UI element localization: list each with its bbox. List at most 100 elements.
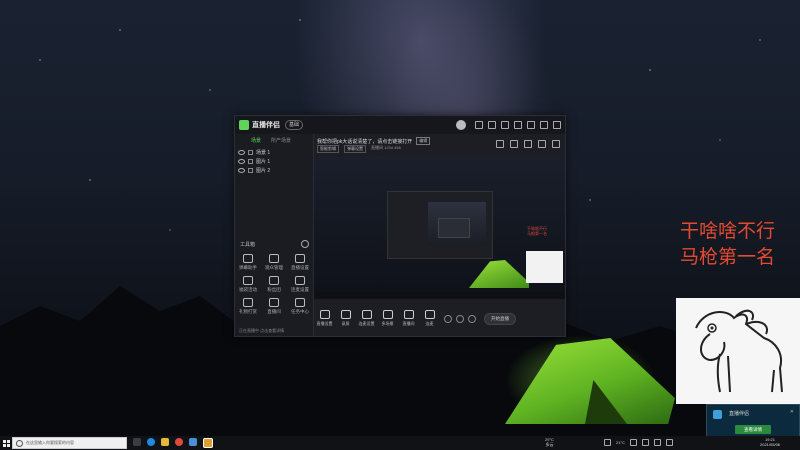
scene-list: 场景 1 图片 1 图片 2: [235, 148, 313, 175]
scene-item[interactable]: 图片 1: [235, 157, 313, 166]
tool-item[interactable]: 连麦设置: [287, 276, 313, 294]
camera-toggle-icon[interactable]: [444, 314, 452, 323]
tray-temperature: 21°C: [616, 440, 625, 445]
battery-icon[interactable]: [665, 439, 673, 446]
toolbox-settings-icon[interactable]: [301, 240, 309, 248]
taskbar-search[interactable]: 在这里输入你要搜索的内容: [12, 437, 127, 449]
tool-item[interactable]: 弹幕助手: [235, 254, 261, 272]
control-multi-scene[interactable]: 多场景: [377, 310, 398, 327]
chrome-icon[interactable]: [175, 438, 183, 446]
control-room[interactable]: 直播间: [398, 310, 419, 327]
tool-item[interactable]: 福袋活动: [235, 276, 261, 294]
volume-icon[interactable]: [641, 439, 649, 446]
go-live-button[interactable]: 开始直播: [484, 312, 516, 325]
toolbox-grid: 弹幕助手 观众管理 直播设置 福袋活动 粉丝团 连麦设置 礼物打赏 直播间 任务…: [235, 254, 313, 316]
minimize-icon[interactable]: [527, 121, 535, 129]
version-badge[interactable]: 基础: [285, 120, 304, 130]
task-view-icon[interactable]: [133, 438, 141, 446]
eye-icon[interactable]: [238, 150, 245, 155]
app-icon[interactable]: [189, 438, 197, 446]
message-icon[interactable]: [475, 121, 483, 129]
live-companion-icon[interactable]: [203, 438, 213, 448]
lock-icon[interactable]: [248, 159, 253, 164]
scene-item-label: 图片 1: [256, 159, 271, 165]
pinned-apps: [133, 438, 213, 448]
control-link[interactable]: 连麦: [419, 310, 440, 327]
weather-widget[interactable]: 29°C 多云: [545, 437, 554, 447]
edge-icon[interactable]: [147, 438, 155, 446]
camera-icon[interactable]: [496, 140, 504, 148]
audience-icon: [269, 254, 279, 263]
tool-item[interactable]: 礼物打赏: [235, 298, 261, 316]
control-record[interactable]: 录屏: [335, 310, 356, 327]
close-icon[interactable]: [553, 121, 561, 129]
window-controls: [456, 120, 561, 130]
gift-icon[interactable]: [488, 121, 496, 129]
app-logo-icon: [239, 120, 249, 130]
stream-subbar: 智能剪辑 弹幕设置 直播间 1234 456: [317, 145, 401, 153]
fan-club-icon: [269, 276, 279, 285]
danmaku-settings-button[interactable]: 弹幕设置: [344, 145, 366, 153]
scene-item[interactable]: 图片 2: [235, 166, 313, 175]
app-notification-icon: [713, 410, 722, 419]
settings-icon[interactable]: [501, 121, 509, 129]
tool-item[interactable]: 直播设置: [287, 254, 313, 272]
room-info: 直播间 1234 456: [371, 145, 401, 150]
tab-scene[interactable]: 场景: [251, 137, 261, 144]
live-preview[interactable]: 干啥啥不行 马枪第一名: [314, 156, 565, 299]
cloud-icon[interactable]: [604, 439, 611, 446]
toolbox-title: 工具箱: [240, 242, 256, 248]
horse-drawing-image: [676, 298, 800, 404]
room-icon: [269, 298, 279, 307]
control-co-host[interactable]: 连麦设置: [356, 310, 377, 327]
left-panel: 场景 所产场景 场景 1 图片 1 图片 2 工具箱 弹幕助手 观众管理 直播设…: [235, 134, 314, 336]
tool-item[interactable]: 直播间: [261, 298, 287, 316]
eye-icon[interactable]: [238, 159, 245, 164]
title-bar[interactable]: 直播伴侣 基础: [235, 116, 565, 134]
live-settings-icon: [319, 310, 330, 319]
eye-icon[interactable]: [238, 168, 245, 173]
file-explorer-icon[interactable]: [161, 438, 169, 446]
overlay-text: 干啥啥不行 马枪第一名: [680, 220, 776, 268]
tool-item[interactable]: 任务中心: [287, 298, 313, 316]
preview-horse-drawing: [526, 251, 563, 283]
main-panel: 我帮你把pk大话说清楚了，请点击链接打开 编辑 智能剪辑 弹幕设置 直播间 12…: [314, 134, 565, 336]
ime-icon[interactable]: [653, 439, 661, 446]
settings-toggle-icon[interactable]: [468, 314, 476, 323]
menu-icon[interactable]: [514, 121, 522, 129]
lucky-bag-icon: [243, 276, 253, 285]
lock-icon[interactable]: [248, 168, 253, 173]
scene-item[interactable]: 场景 1: [235, 148, 313, 157]
notification-title: 直播伴侣: [729, 411, 750, 417]
taskbar-clock[interactable]: 19:21 2021/05/06: [760, 437, 780, 447]
app-title: 直播伴侣: [252, 122, 280, 129]
co-host-icon: [361, 310, 372, 319]
edit-icon[interactable]: [524, 140, 532, 148]
notification-icon[interactable]: [538, 140, 546, 148]
tab-all-scenes[interactable]: 所产场景: [271, 137, 291, 144]
smart-clip-button[interactable]: 智能剪辑: [317, 145, 339, 153]
tool-item[interactable]: 粉丝团: [261, 276, 287, 294]
tool-item[interactable]: 观众管理: [261, 254, 287, 272]
co-host-icon: [295, 276, 305, 285]
live-status-note[interactable]: 正在直播中 点击查看详情: [239, 328, 284, 334]
network-icon[interactable]: [629, 439, 637, 446]
control-live-settings[interactable]: 直播设置: [314, 310, 335, 327]
start-button[interactable]: [0, 436, 12, 450]
share-icon[interactable]: [552, 140, 560, 148]
app-window[interactable]: 直播伴侣 基础 场景 所产场景 场景 1 图片 1 图片 2 工具箱 弹幕助手 …: [234, 115, 566, 337]
live-settings-icon: [295, 254, 305, 263]
notification-action-button[interactable]: 查看详情: [735, 425, 771, 434]
notification-close-button[interactable]: ✕: [790, 409, 794, 415]
search-input[interactable]: 在这里输入你要搜索的内容: [26, 440, 74, 446]
edit-title-button[interactable]: 编辑: [416, 137, 431, 145]
lock-icon[interactable]: [248, 150, 253, 155]
notification-popup[interactable]: 直播伴侣 ✕ 查看详情: [706, 404, 800, 440]
layout-icon[interactable]: [510, 140, 518, 148]
avatar[interactable]: [456, 120, 466, 130]
mic-toggle-icon[interactable]: [456, 314, 464, 323]
scene-tabs: 场景 所产场景: [235, 134, 313, 144]
maximize-icon[interactable]: [540, 121, 548, 129]
preview-taskbar: [314, 292, 565, 299]
horse-sketch: [695, 309, 783, 393]
